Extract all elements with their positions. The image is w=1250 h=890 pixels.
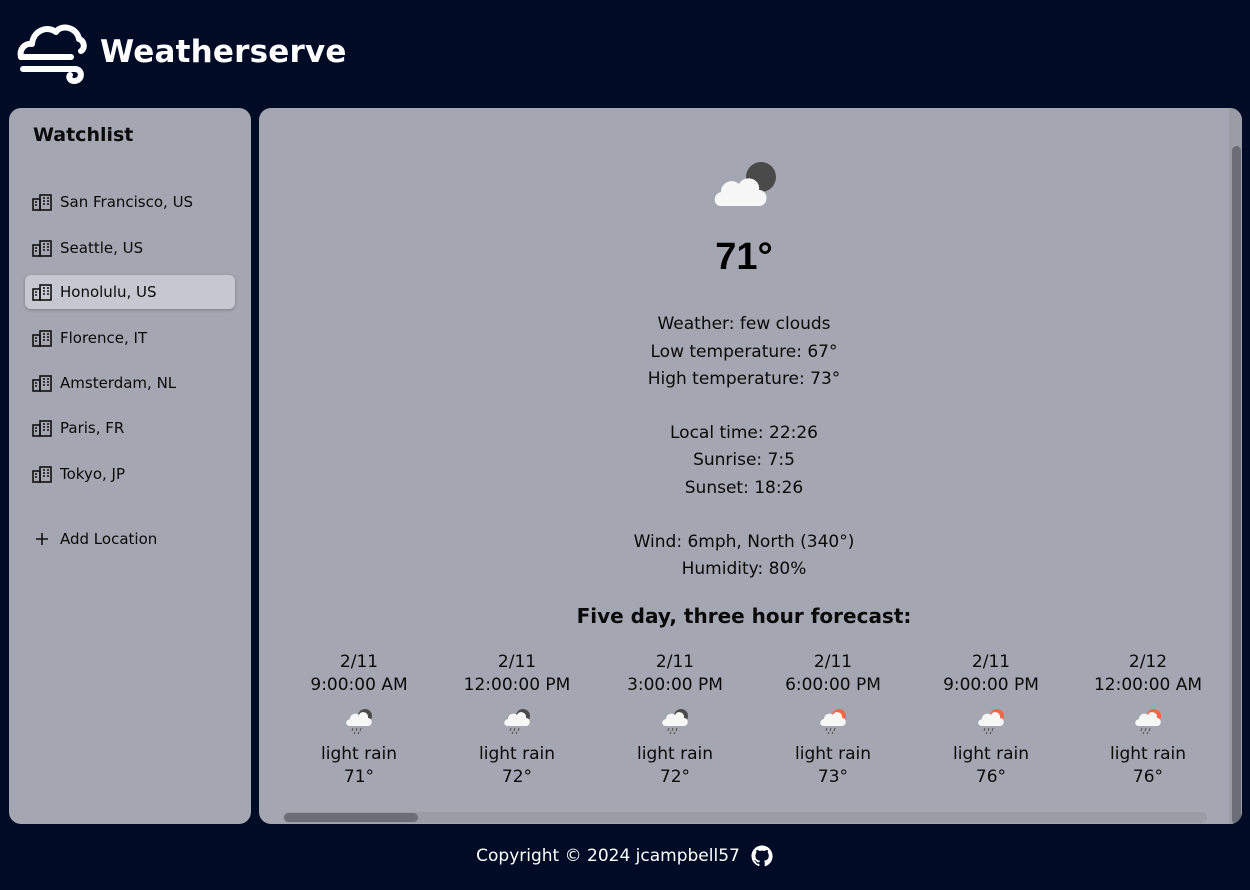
sidebar-item-san-francisco[interactable]: San Francisco, US [25, 185, 235, 219]
humidity-info: Humidity: 80% [681, 559, 807, 579]
rain-night-icon [662, 709, 688, 735]
sidebar-item-label: Seattle, US [60, 239, 144, 257]
current-temperature: 71° [715, 236, 773, 278]
forecast-description: light rain [637, 744, 713, 764]
forecast-date: 2/12 [1128, 652, 1168, 672]
sidebar-item-amsterdam[interactable]: Amsterdam, NL [25, 366, 235, 400]
sunrise-time: Sunrise: 7:5 [693, 450, 795, 470]
sidebar-item-label: San Francisco, US [60, 193, 194, 211]
building-icon [32, 375, 52, 392]
forecast-item: 2/11 9:00:00 PM light rain 76° [912, 651, 1070, 789]
rain-day-icon [820, 709, 846, 735]
forecast-description: light rain [321, 744, 397, 764]
forecast-time: 9:00:00 PM [943, 675, 1039, 695]
forecast-temperature: 72° [659, 767, 691, 787]
app-title: Weatherserve [100, 34, 347, 70]
forecast-item: 2/11 12:00:00 PM light rain 72° [438, 651, 596, 789]
scrollbar-thumb[interactable] [284, 813, 418, 822]
forecast-item: 2/11 6:00:00 PM light rain 73° [754, 651, 912, 789]
building-icon [32, 284, 52, 301]
sunset-time: Sunset: 18:26 [684, 478, 804, 498]
forecast-description: light rain [1110, 744, 1186, 764]
wind-cloud-logo-icon [17, 24, 87, 84]
sidebar-item-honolulu[interactable]: Honolulu, US [25, 275, 235, 309]
forecast-description: light rain [479, 744, 555, 764]
building-icon [32, 330, 52, 347]
building-icon [32, 240, 52, 257]
forecast-time: 12:00:00 AM [1093, 675, 1203, 695]
sidebar-item-label: Honolulu, US [60, 283, 157, 301]
building-icon [32, 466, 52, 483]
forecast-date: 2/11 [813, 652, 853, 672]
rain-day-icon [1135, 709, 1161, 735]
forecast-horizontal-scrollbar[interactable] [283, 812, 1207, 823]
forecast-time: 3:00:00 PM [627, 675, 723, 695]
forecast-time: 12:00:00 PM [463, 675, 571, 695]
sidebar-item-label: Tokyo, JP [60, 465, 126, 483]
forecast-date: 2/11 [971, 652, 1011, 672]
local-time: Local time: 22:26 [670, 423, 818, 443]
forecast-item: 2/12 12:00:00 AM light rain 76° [1069, 651, 1227, 789]
app-header: Weatherserve [0, 0, 1250, 108]
add-location-button[interactable]: Add Location [25, 522, 235, 556]
page-footer: Copyright © 2024 jcampbell57 [0, 836, 1250, 876]
forecast-title: Five day, three hour forecast: [576, 604, 912, 628]
sidebar-item-tokyo[interactable]: Tokyo, JP [25, 457, 235, 491]
few-clouds-night-icon [714, 162, 776, 206]
copyright-text: Copyright © 2024 jcampbell57 [476, 846, 740, 866]
sidebar-item-label: Paris, FR [60, 419, 125, 437]
sidebar-item-paris[interactable]: Paris, FR [25, 411, 235, 445]
forecast-item: 2/11 9:00:00 AM light rain 71° [280, 651, 438, 789]
high-temperature: High temperature: 73° [647, 369, 841, 389]
low-temperature: Low temperature: 67° [650, 342, 838, 362]
wind-info: Wind: 6mph, North (340°) [633, 532, 855, 552]
forecast-description: light rain [953, 744, 1029, 764]
rain-day-icon [978, 709, 1004, 735]
scrollbar-thumb[interactable] [1232, 146, 1241, 824]
forecast-temperature: 76° [1132, 767, 1164, 787]
plus-icon [36, 533, 48, 545]
watchlist-title: Watchlist [33, 124, 134, 146]
forecast-temperature: 73° [817, 767, 849, 787]
sidebar-item-seattle[interactable]: Seattle, US [25, 231, 235, 265]
forecast-temperature: 71° [343, 767, 375, 787]
rain-night-icon [504, 709, 530, 735]
sidebar-item-label: Florence, IT [60, 329, 148, 347]
sidebar-item-label: Amsterdam, NL [60, 374, 177, 392]
forecast-description: light rain [795, 744, 871, 764]
forecast-time: 6:00:00 PM [785, 675, 881, 695]
github-icon[interactable] [750, 844, 774, 868]
weather-detail-panel: 71° Weather: few clouds Low temperature:… [259, 108, 1242, 824]
forecast-item: 2/11 3:00:00 PM light rain 72° [596, 651, 754, 789]
forecast-temperature: 76° [975, 767, 1007, 787]
forecast-date: 2/11 [497, 652, 537, 672]
panel-vertical-scrollbar[interactable] [1229, 108, 1242, 824]
forecast-time: 9:00:00 AM [310, 675, 408, 695]
sidebar-item-florence[interactable]: Florence, IT [25, 321, 235, 355]
watchlist-sidebar: Watchlist San Francisco, US Seattle, US … [9, 108, 251, 824]
building-icon [32, 194, 52, 211]
weather-description: Weather: few clouds [657, 314, 831, 334]
rain-night-icon [346, 709, 372, 735]
building-icon [32, 420, 52, 437]
add-location-label: Add Location [60, 530, 158, 548]
forecast-temperature: 72° [501, 767, 533, 787]
forecast-date: 2/11 [655, 652, 695, 672]
forecast-date: 2/11 [339, 652, 379, 672]
